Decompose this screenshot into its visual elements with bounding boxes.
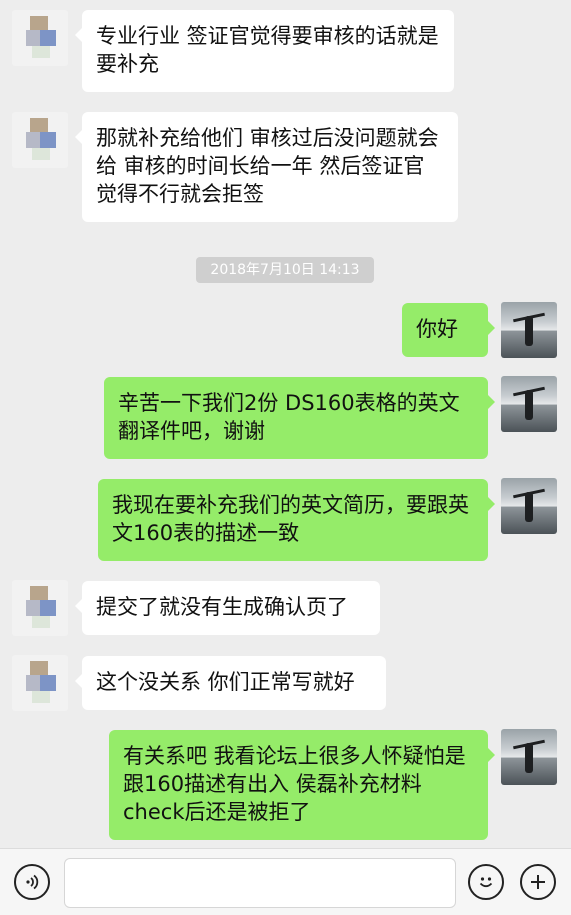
timestamp-label: 2018年7月10日 14:13 (196, 257, 374, 283)
user-avatar[interactable] (501, 729, 557, 785)
contact-avatar[interactable] (12, 112, 68, 168)
message-bubble-sent[interactable]: 有关系吧 我看论坛上很多人怀疑怕是跟160描述有出入 侯磊补充材料check后还… (109, 730, 495, 840)
plus-icon[interactable] (520, 864, 556, 900)
message-text: 那就补充给他们 审核过后没问题就会给 审核的时间长给一年 然后签证官觉得不行就会… (96, 126, 439, 206)
emoji-icon[interactable] (468, 864, 504, 900)
message-text: 辛苦一下我们2份 DS160表格的英文翻译件吧，谢谢 (118, 391, 460, 443)
user-avatar[interactable] (501, 302, 557, 358)
input-bar (0, 848, 571, 915)
message-text: 你好 (416, 317, 458, 341)
emoji-face-glyph (479, 877, 493, 888)
message-bubble-sent[interactable]: 你好 (402, 303, 495, 357)
message-text: 我现在要补充我们的英文简历，要跟英文160表的描述一致 (112, 493, 469, 545)
voice-icon-glyph (26, 874, 39, 890)
message-text: 这个没关系 你们正常写就好 (96, 670, 355, 694)
message-text: 提交了就没有生成确认页了 (96, 595, 348, 619)
message-bubble-sent[interactable]: 辛苦一下我们2份 DS160表格的英文翻译件吧，谢谢 (104, 377, 495, 459)
message-input[interactable] (64, 858, 456, 908)
plus-glyph (531, 875, 545, 889)
message-text: 专业行业 签证官觉得要审核的话就是要补充 (96, 24, 439, 76)
message-bubble-received[interactable]: 那就补充给他们 审核过后没问题就会给 审核的时间长给一年 然后签证官觉得不行就会… (75, 112, 458, 222)
user-avatar[interactable] (501, 478, 557, 534)
contact-avatar[interactable] (12, 10, 68, 66)
message-bubble-received[interactable]: 专业行业 签证官觉得要审核的话就是要补充 (75, 10, 454, 92)
message-bubble-sent[interactable]: 我现在要补充我们的英文简历，要跟英文160表的描述一致 (98, 479, 495, 561)
contact-avatar[interactable] (12, 580, 68, 636)
message-text: 有关系吧 我看论坛上很多人怀疑怕是跟160描述有出入 侯磊补充材料check后还… (123, 744, 466, 824)
message-bubble-received[interactable]: 提交了就没有生成确认页了 (75, 581, 380, 635)
contact-avatar[interactable] (12, 655, 68, 711)
voice-icon[interactable] (14, 864, 50, 900)
user-avatar[interactable] (501, 376, 557, 432)
message-bubble-received[interactable]: 这个没关系 你们正常写就好 (75, 656, 386, 710)
